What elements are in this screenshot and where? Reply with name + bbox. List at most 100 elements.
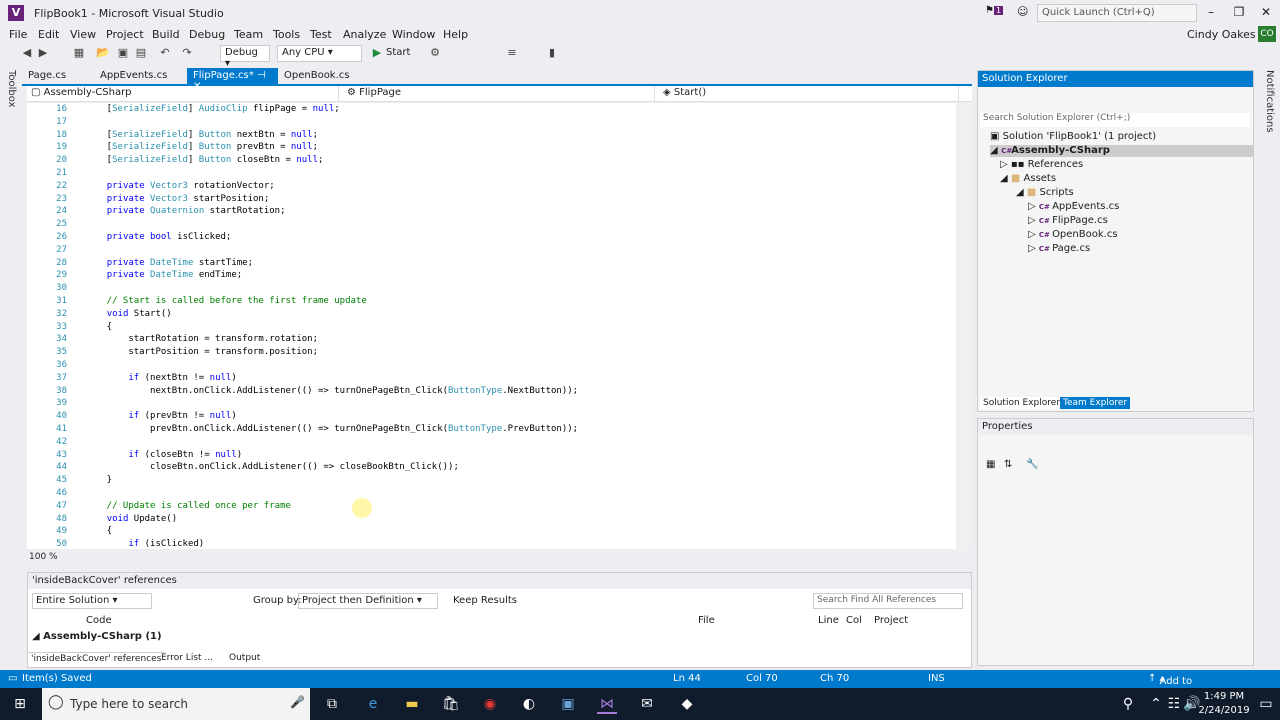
feedback-icon[interactable]: ☺ <box>1017 5 1028 18</box>
code-line[interactable]: closeBtn.onClick.AddListener(() => close… <box>85 462 459 472</box>
col-code[interactable]: Code <box>86 615 112 626</box>
tab-error-list[interactable]: Error List ... <box>158 652 216 664</box>
tree-file-openbook[interactable]: ▷ C# OpenBook.cs <box>1028 229 1118 241</box>
task-view-icon[interactable]: ⧉ <box>322 694 342 714</box>
code-line[interactable]: private DateTime endTime; <box>85 270 243 280</box>
categorized-icon[interactable]: ▦ <box>986 459 995 470</box>
quick-launch-input[interactable]: Quick Launch (Ctrl+Q) <box>1037 4 1197 22</box>
code-line[interactable]: // Start is called before the first fram… <box>85 296 367 306</box>
code-line[interactable]: } <box>85 475 112 485</box>
action-center-icon[interactable]: ▭ <box>1256 694 1276 714</box>
code-line[interactable]: private Quaternion startRotation; <box>85 206 286 216</box>
code-line[interactable]: if (isClicked) <box>85 539 204 549</box>
menu-edit[interactable]: Edit <box>38 28 59 41</box>
edge-icon[interactable]: e <box>363 694 383 714</box>
microphone-icon[interactable]: 🎤 <box>290 695 305 709</box>
people-icon[interactable]: ⚲ <box>1118 694 1138 714</box>
menu-build[interactable]: Build <box>152 28 180 41</box>
wrench-icon[interactable]: 🔧 <box>1026 459 1038 470</box>
menu-project[interactable]: Project <box>106 28 144 41</box>
code-line[interactable]: { <box>85 526 112 536</box>
refs-group-row[interactable]: ◢ Assembly-CSharp (1) <box>32 631 162 642</box>
notifications-strip[interactable]: Notifications <box>1258 66 1280 666</box>
source-control-button[interactable]: ↑ Add to Source Control ▴ <box>1148 673 1196 709</box>
group-by-select[interactable]: Project then Definition ▾ <box>298 593 438 609</box>
code-line[interactable]: void Update() <box>85 514 177 524</box>
code-line[interactable]: startRotation = transform.rotation; <box>85 334 318 344</box>
keep-results-button[interactable]: Keep Results <box>453 595 517 606</box>
col-project[interactable]: Project <box>874 615 908 626</box>
code-line[interactable]: [SerializeField] Button closeBtn = null; <box>85 155 324 165</box>
refs-search-input[interactable]: Search Find All References <box>813 593 963 609</box>
tab-team-explorer[interactable]: Team Explorer <box>1060 397 1131 409</box>
user-avatar[interactable]: CO <box>1258 26 1276 42</box>
network-icon[interactable]: ☷ <box>1164 694 1184 714</box>
code-line[interactable]: if (nextBtn != null) <box>85 373 236 383</box>
unity-icon[interactable]: ◆ <box>677 694 697 714</box>
code-line[interactable]: [SerializeField] Button prevBtn = null; <box>85 142 318 152</box>
menu-window[interactable]: Window <box>392 28 435 41</box>
code-editor[interactable]: 16 [SerializeField] AudioClip flipPage =… <box>27 103 972 549</box>
tree-scripts[interactable]: ◢ ■ Scripts <box>1016 187 1074 198</box>
tab-output[interactable]: Output <box>226 652 263 664</box>
maximize-button[interactable]: ❐ <box>1228 4 1250 20</box>
open-file-icon[interactable]: 📂 <box>96 46 110 60</box>
clock-time[interactable]: 1:49 PM <box>1194 691 1254 702</box>
start-button[interactable]: Start <box>386 47 410 58</box>
tree-solution[interactable]: ▣ Solution 'FlipBook1' (1 project) <box>990 131 1156 142</box>
clock-date[interactable]: 2/24/2019 <box>1194 705 1254 716</box>
code-line[interactable]: nextBtn.onClick.AddListener(() => turnOn… <box>85 386 578 396</box>
app-icon[interactable]: ◐ <box>519 694 539 714</box>
code-line[interactable]: prevBtn.onClick.AddListener(() => turnOn… <box>85 424 578 434</box>
editor-vertical-scrollbar[interactable] <box>956 103 972 549</box>
col-line[interactable]: Line <box>818 615 839 626</box>
tab-solution-explorer[interactable]: Solution Explorer <box>980 397 1063 409</box>
redo-icon[interactable]: ↷ <box>180 46 194 60</box>
notification-flag-icon[interactable]: ⚑ 1 <box>985 5 1005 19</box>
col-col[interactable]: Col <box>846 615 862 626</box>
toolbox-strip[interactable]: Toolbox <box>0 66 22 666</box>
menu-view[interactable]: View <box>70 28 96 41</box>
tab-openbook-cs[interactable]: OpenBook.cs <box>278 68 355 86</box>
tray-chevron-icon[interactable]: ⌃ <box>1146 694 1166 714</box>
platform-select[interactable]: Any CPU ▾ <box>277 45 362 62</box>
mail-icon[interactable]: ✉ <box>637 694 657 714</box>
code-line[interactable]: private Vector3 rotationVector; <box>85 181 275 191</box>
code-line[interactable]: private DateTime startTime; <box>85 258 253 268</box>
tree-project[interactable]: ◢ C#Assembly-CSharp <box>990 145 1253 157</box>
chrome-icon[interactable]: ◉ <box>480 694 500 714</box>
save-all-icon[interactable]: ▤ <box>134 46 148 60</box>
solution-search-input[interactable]: Search Solution Explorer (Ctrl+;) <box>980 113 1250 127</box>
class-dropdown[interactable]: ⚙ FlipPage <box>343 86 655 101</box>
code-line[interactable]: // Update is called once per frame <box>85 501 291 511</box>
code-line[interactable]: [SerializeField] AudioClip flipPage = nu… <box>85 104 340 114</box>
code-line[interactable]: { <box>85 322 112 332</box>
tab-page-cs[interactable]: Page.cs <box>22 68 72 86</box>
menu-test[interactable]: Test <box>310 28 332 41</box>
start-play-icon[interactable]: ▶ <box>370 46 384 60</box>
tree-file-appevents[interactable]: ▷ C# AppEvents.cs <box>1028 201 1119 213</box>
zoom-level[interactable]: 100 % <box>29 552 58 562</box>
code-line[interactable]: startPosition = transform.position; <box>85 347 318 357</box>
menu-tools[interactable]: Tools <box>273 28 300 41</box>
bookmark-icon[interactable]: ▮ <box>545 46 559 60</box>
code-line[interactable]: private bool isClicked; <box>85 232 232 242</box>
taskbar-search[interactable]: ◯ Type here to search 🎤 <box>42 688 310 720</box>
scope-select[interactable]: Entire Solution ▾ <box>32 593 152 609</box>
minimize-button[interactable]: – <box>1200 4 1222 20</box>
code-line[interactable]: if (closeBtn != null) <box>85 450 242 460</box>
menu-team[interactable]: Team <box>234 28 263 41</box>
solution-config-select[interactable]: Debug ▾ <box>220 45 270 69</box>
tree-references[interactable]: ▷ ▪▪ References <box>1000 159 1083 170</box>
member-dropdown[interactable]: ◈ Start() <box>659 86 959 101</box>
store-icon[interactable]: 🛍 <box>441 694 461 714</box>
back-icon[interactable]: ◀ <box>20 46 34 60</box>
tool-icon[interactable]: ⚙ <box>428 46 442 60</box>
align-icon[interactable]: ≡ <box>505 46 519 60</box>
code-line[interactable]: [SerializeField] Button nextBtn = null; <box>85 130 318 140</box>
close-button[interactable]: ✕ <box>1255 4 1277 20</box>
save-icon[interactable]: ▣ <box>116 46 130 60</box>
tree-assets[interactable]: ◢ ■ Assets <box>1000 173 1056 184</box>
pin-icon[interactable]: ⊣ <box>257 70 266 81</box>
forward-icon[interactable]: ▶ <box>36 46 50 60</box>
